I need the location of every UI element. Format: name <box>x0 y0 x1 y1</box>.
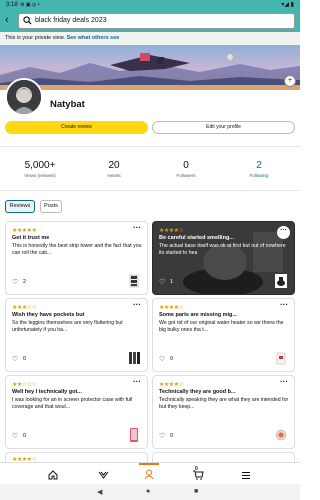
stat-label: Followers <box>176 173 196 178</box>
review-title: Wish they have pockets but <box>12 312 85 318</box>
profile-banner: + <box>0 45 300 90</box>
more-options-icon[interactable]: ··· <box>280 377 288 386</box>
product-thumbnail <box>275 429 287 441</box>
avatar-image <box>7 80 41 114</box>
review-title: Technically they are good b... <box>159 389 236 395</box>
stat-label: Following <box>249 173 269 178</box>
review-card[interactable]: ★★★★☆ ··· Technically they are good b...… <box>152 375 295 449</box>
stat-views: 5,000+ Views (reviews) <box>10 160 70 178</box>
back-arrow-icon[interactable]: ‹ <box>5 14 9 26</box>
star-rating: ★★★☆☆ <box>12 305 37 311</box>
privacy-notice: This is your private view. See what othe… <box>0 32 300 45</box>
heart-count: 0 <box>23 433 27 439</box>
more-options-icon[interactable]: ··· <box>280 300 288 309</box>
stat-value: 20 <box>108 160 120 171</box>
tab-reviews[interactable]: Reviews <box>5 200 35 213</box>
review-card[interactable]: ★★★★★ ··· Get it trust me This is honest… <box>5 221 148 295</box>
home-icon <box>48 470 58 480</box>
review-body: This is honestly the best strip tower an… <box>12 243 142 256</box>
review-title: Some parts are missing mig... <box>159 312 237 318</box>
tab-posts[interactable]: Posts <box>40 200 62 213</box>
divider <box>0 190 300 191</box>
review-title: Get it trust me <box>12 235 50 241</box>
nav-rewards[interactable] <box>93 467 113 481</box>
review-card[interactable]: ★★★☆☆ ··· Wish they have pockets but So … <box>5 298 148 372</box>
stat-following[interactable]: 2 Following <box>229 160 289 178</box>
nav-cart[interactable]: 0 <box>188 466 208 481</box>
star-rating: ★★★★★ <box>12 228 37 234</box>
review-title: Be careful started smelling... <box>159 235 234 241</box>
edit-profile-button[interactable]: Edit your profile <box>152 121 295 134</box>
profile-name: Natybat <box>50 99 85 110</box>
heart-icon[interactable]: ♡ <box>12 355 18 363</box>
battery-signal-icon: ▾◢ ▮ <box>281 2 294 8</box>
stat-value: 5,000+ <box>24 160 56 171</box>
create-review-button[interactable]: Create review <box>5 121 148 134</box>
banner-image <box>0 45 300 90</box>
heart-count: 0 <box>170 433 174 439</box>
more-options-icon[interactable]: ··· <box>133 377 141 386</box>
stat-value: 2 <box>256 160 262 171</box>
stat-value: 0 <box>183 160 189 171</box>
product-thumbnail <box>276 352 286 365</box>
bottom-nav: 0 <box>0 462 300 484</box>
review-body: I was looking for an in screen protector… <box>12 397 133 410</box>
stat-followers[interactable]: 0 Followers <box>156 160 216 178</box>
system-recents-icon[interactable]: ■ <box>194 488 198 495</box>
heart-icon[interactable]: ♡ <box>159 355 165 363</box>
review-card[interactable]: ★★☆☆☆ ··· Well hey I technically got... … <box>5 375 148 449</box>
heart-count: 0 <box>23 356 27 362</box>
stat-label: Views (reviews) <box>24 173 56 178</box>
product-thumbnail <box>275 274 287 288</box>
heart-icon[interactable]: ♡ <box>12 278 18 286</box>
heart-count: 0 <box>170 356 174 362</box>
product-thumbnail <box>130 428 138 442</box>
nav-profile[interactable] <box>139 463 159 480</box>
heart-icon[interactable]: ♡ <box>159 278 165 286</box>
avatar[interactable] <box>5 78 43 116</box>
product-thumbnail <box>129 274 139 288</box>
star-rating: ★★★★☆ <box>159 228 184 234</box>
search-icon <box>23 16 32 25</box>
review-card[interactable]: ★★★★☆ ··· Some parts are missing mig... … <box>152 298 295 372</box>
heart-icon[interactable]: ♡ <box>12 432 18 440</box>
heart-count: 2 <box>23 279 27 285</box>
rewards-icon <box>98 471 108 479</box>
status-icons: ⚙ ▣ ◎ • <box>20 2 40 8</box>
cart-icon <box>193 470 204 480</box>
review-body: Technically speaking they are what they … <box>159 397 289 410</box>
privacy-text: This is your private view. <box>5 35 65 41</box>
review-body: So the leggins themselves are very flutt… <box>12 320 123 333</box>
status-time: 3:18 <box>6 2 18 8</box>
system-nav-bar: ◀ ● ■ <box>0 484 300 500</box>
profile-icon <box>144 469 154 480</box>
status-bar: 3:18 ⚙ ▣ ◎ • ▾◢ ▮ <box>0 0 300 10</box>
system-back-icon[interactable]: ◀ <box>97 488 102 496</box>
heart-count: 1 <box>170 279 174 285</box>
cart-count: 0 <box>195 466 198 472</box>
nav-home[interactable] <box>43 467 63 481</box>
review-title: Well hey I technically got... <box>12 389 82 395</box>
nav-menu[interactable] <box>236 467 256 481</box>
product-thumbnail <box>129 352 140 364</box>
review-card[interactable]: ★★★★☆ ··· Be careful started smelling...… <box>152 221 295 295</box>
star-rating: ★★☆☆☆ <box>12 382 37 388</box>
star-rating: ★★★★☆ <box>159 382 184 388</box>
stat-hearts: 20 Hearts <box>84 160 144 178</box>
more-options-icon[interactable]: ··· <box>133 300 141 309</box>
search-header: ‹ black friday deals 2023 <box>0 10 300 32</box>
see-what-others-see-link[interactable]: See what others see <box>66 35 119 41</box>
heart-icon[interactable]: ♡ <box>159 432 165 440</box>
search-query: black friday deals 2023 <box>35 17 107 24</box>
stat-label: Hearts <box>107 173 121 178</box>
system-home-icon[interactable]: ● <box>146 488 150 495</box>
review-body: We got rid of our original water heater … <box>159 320 284 333</box>
menu-icon <box>242 472 250 479</box>
review-body: The actual base itself was ok at first b… <box>159 243 286 256</box>
more-options-icon[interactable]: ··· <box>133 223 141 232</box>
star-rating: ★★★★☆ <box>159 305 184 311</box>
search-input[interactable]: black friday deals 2023 <box>18 13 295 29</box>
divider <box>0 146 300 147</box>
edit-banner-icon[interactable]: + <box>284 75 296 87</box>
